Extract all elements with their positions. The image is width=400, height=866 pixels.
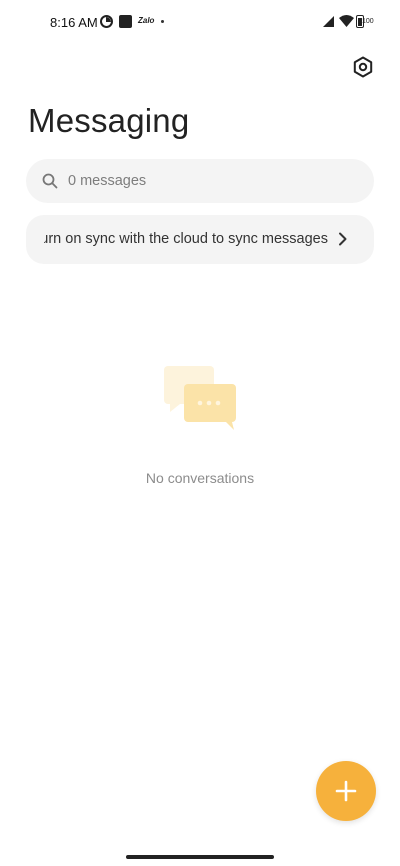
empty-state-text: No conversations [145,470,255,486]
sync-banner[interactable]: Turn on sync with the cloud to sync mess… [26,215,374,264]
battery-level: 100 [362,18,374,25]
wifi-icon [339,15,354,27]
settings-hexagon-icon [353,56,373,78]
notification-dot-icon [161,20,164,23]
chat-bubbles-icon [164,366,236,430]
search-icon [42,173,58,189]
sync-banner-text-container: Turn on sync with the cloud to sync mess… [44,215,328,264]
page-title: Messaging [28,102,190,139]
signal-icon [323,16,334,27]
home-indicator[interactable] [126,855,274,859]
status-time: 8:16 AM [50,15,98,30]
settings-button[interactable] [350,54,376,80]
zalo-icon: Zalo [138,16,155,25]
search-input[interactable] [68,159,358,203]
search-bar[interactable] [26,159,374,203]
new-conversation-button[interactable] [316,761,376,821]
chevron-right-icon[interactable] [338,232,348,246]
status-circle-icon [100,15,113,28]
status-square-icon [119,15,132,28]
plus-icon [335,780,357,802]
status-bar: 8:16 AM Zalo 100 [0,0,400,44]
sync-banner-text: Turn on sync with the cloud to sync mess… [44,231,328,247]
